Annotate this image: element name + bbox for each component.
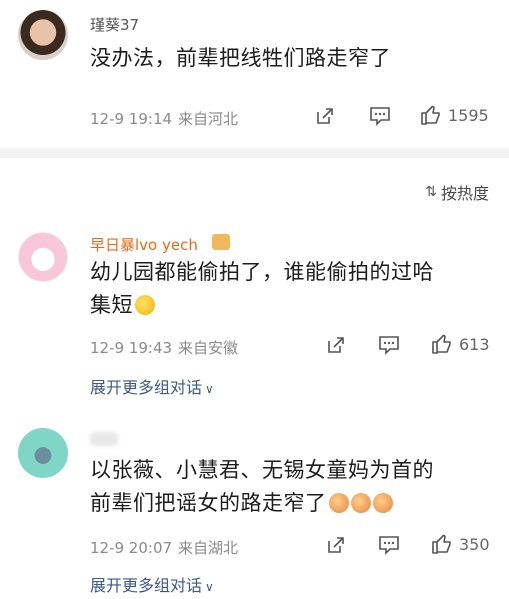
like-button[interactable]: 1595 — [420, 104, 489, 126]
comment-meta: 12-9 20:07 来自湖北 — [90, 537, 238, 558]
like-count: 1595 — [448, 105, 489, 125]
sort-icon: ⇅ — [425, 184, 437, 200]
reply-button[interactable] — [378, 535, 400, 555]
like-button[interactable]: 613 — [431, 333, 490, 355]
like-count: 350 — [459, 534, 490, 554]
thumbs-up-icon — [421, 105, 440, 125]
username-redacted — [90, 432, 118, 446]
expand-thread-link[interactable]: 展开更多组对话 ∨ — [90, 374, 214, 398]
sort-label: 按热度 — [440, 184, 489, 203]
comment-date: 12-9 19:14 — [90, 110, 173, 128]
comment-date: 12-9 19:43 — [90, 339, 173, 357]
share-icon — [328, 537, 344, 553]
comment-text-line-content: 集短 — [90, 293, 133, 317]
username[interactable]: 瑾葵37 — [90, 14, 139, 35]
expand-label: 展开更多组对话 — [90, 576, 203, 595]
emoji-icon — [135, 295, 155, 315]
comment-text-line: 前辈们把谣女的路走窄了 — [90, 487, 490, 520]
sort-toggle[interactable]: ⇅ 按热度 — [425, 180, 489, 204]
emoji-icon — [372, 493, 393, 513]
expand-label: 展开更多组对话 — [90, 378, 203, 397]
reply-button[interactable] — [378, 335, 400, 355]
comment-text-line: 以张薇、小慧君、无锡女童妈为首的 — [90, 458, 434, 482]
chevron-down-icon: ∨ — [205, 382, 214, 396]
comment-icon — [370, 107, 390, 126]
comment-text-line: 集短 — [90, 289, 490, 322]
like-button[interactable]: 350 — [431, 533, 490, 555]
comment-icon — [379, 536, 399, 555]
share-button[interactable] — [326, 535, 346, 555]
share-icon — [317, 108, 333, 124]
emoji-icon — [350, 493, 371, 513]
comment-text-line-content: 前辈们把谣女的路走窄了 — [90, 491, 327, 515]
comment-location: 来自安徽 — [178, 339, 239, 357]
comment-location: 来自河北 — [178, 110, 239, 128]
avatar[interactable] — [18, 10, 68, 60]
section-divider — [0, 148, 509, 158]
expand-thread-link[interactable]: 展开更多组对话 ∨ — [90, 572, 214, 596]
chevron-down-icon: ∨ — [205, 580, 214, 594]
comment-text: 没办法，前辈把线牲们路走窄了 — [90, 46, 391, 70]
comment-date: 12-9 20:07 — [90, 539, 173, 557]
comment-3: 以张薇、小慧君、无锡女童妈为首的 前辈们把谣女的路走窄了 12-9 20:07 来… — [0, 420, 509, 599]
comment-meta: 12-9 19:43 来自安徽 — [90, 337, 238, 358]
emoji-icon — [328, 493, 349, 513]
share-button[interactable] — [326, 335, 346, 355]
comment-location: 来自湖北 — [178, 539, 239, 557]
share-icon — [328, 337, 344, 353]
thumbs-up-icon — [432, 534, 451, 554]
comment-text: 幼儿园都能偷拍了，谁能偷拍的过哈 集短 — [90, 256, 490, 322]
comment-meta: 12-9 19:14 来自河北 — [90, 108, 238, 129]
comment-text: 以张薇、小慧君、无锡女童妈为首的 前辈们把谣女的路走窄了 — [90, 454, 490, 520]
username[interactable]: 早日暴lvo yech — [90, 234, 198, 255]
share-button[interactable] — [315, 106, 335, 126]
comment-icon — [379, 336, 399, 355]
avatar[interactable] — [18, 232, 68, 282]
thumbs-up-icon — [432, 334, 451, 354]
member-badge-icon — [212, 234, 230, 250]
comment-1: 瑾葵37 没办法，前辈把线牲们路走窄了 12-9 19:14 来自河北 1595 — [0, 0, 509, 148]
reply-button[interactable] — [369, 106, 391, 126]
comment-2: 早日暴lvo yech 幼儿园都能偷拍了，谁能偷拍的过哈 集短 12-9 19:… — [0, 220, 509, 410]
like-count: 613 — [459, 334, 490, 354]
avatar[interactable] — [18, 428, 68, 478]
comment-text-line: 幼儿园都能偷拍了，谁能偷拍的过哈 — [90, 260, 434, 284]
